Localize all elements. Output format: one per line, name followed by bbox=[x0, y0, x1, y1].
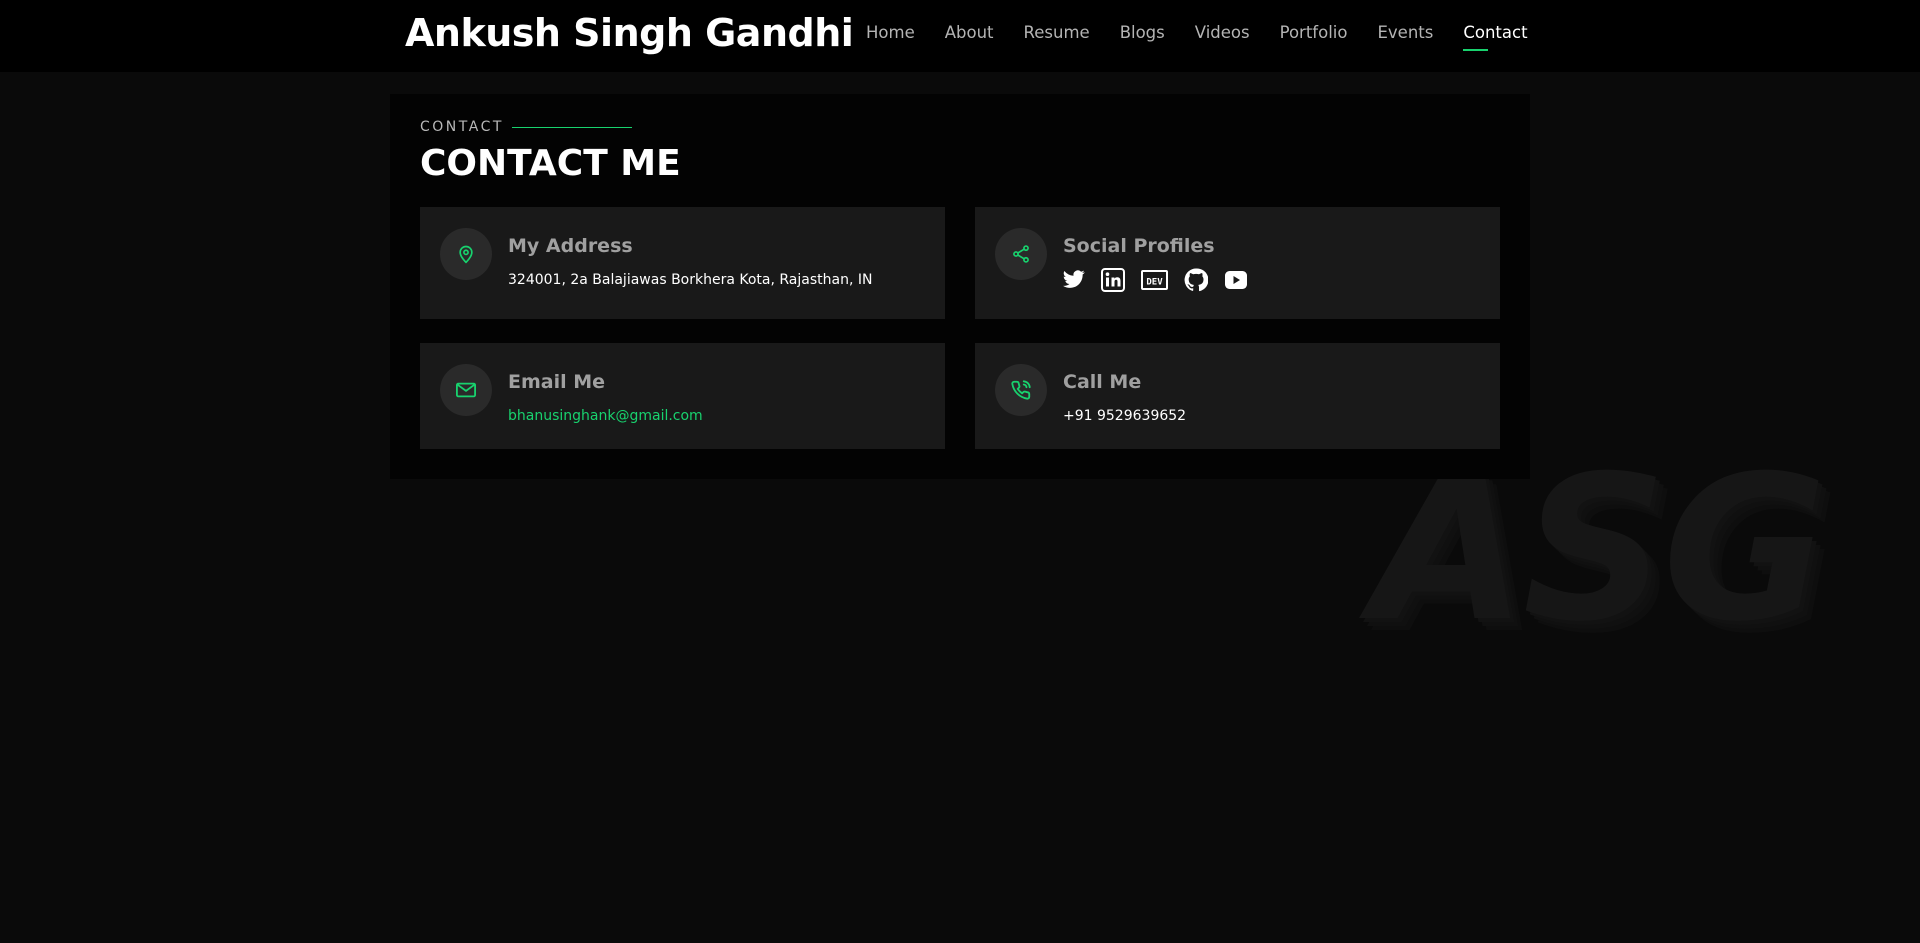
phone-number[interactable]: +91 9529639652 bbox=[1063, 408, 1186, 424]
nav-contact[interactable]: Contact bbox=[1463, 22, 1528, 51]
map-pin-icon bbox=[440, 228, 492, 280]
page: Ankush Singh Gandhi Home About Resume Bl… bbox=[0, 0, 1920, 943]
section-eyebrow: CONTACT bbox=[420, 119, 504, 135]
call-title: Call Me bbox=[1063, 371, 1142, 393]
address-text: 324001, 2a Balajiawas Borkhera Kota, Raj… bbox=[508, 272, 873, 288]
email-link[interactable]: bhanusinghank@gmail.com bbox=[508, 408, 703, 424]
email-card: Email Me bhanusinghank@gmail.com bbox=[420, 343, 945, 449]
nav-videos[interactable]: Videos bbox=[1195, 22, 1250, 44]
address-card: My Address 324001, 2a Balajiawas Borkher… bbox=[420, 207, 945, 319]
share-icon bbox=[995, 228, 1047, 280]
nav-home[interactable]: Home bbox=[866, 22, 915, 44]
linkedin-icon[interactable] bbox=[1101, 268, 1125, 292]
envelope-icon bbox=[440, 364, 492, 416]
social-title: Social Profiles bbox=[1063, 235, 1215, 257]
github-icon[interactable] bbox=[1184, 268, 1208, 292]
nav-blogs[interactable]: Blogs bbox=[1120, 22, 1165, 44]
nav-events[interactable]: Events bbox=[1377, 22, 1433, 44]
email-title: Email Me bbox=[508, 371, 606, 393]
svg-text:DEV: DEV bbox=[1146, 278, 1163, 288]
twitter-icon[interactable] bbox=[1063, 270, 1085, 290]
phone-icon bbox=[995, 364, 1047, 416]
nav-about[interactable]: About bbox=[945, 22, 994, 44]
main-nav: Home About Resume Blogs Videos Portfolio… bbox=[866, 22, 1528, 51]
section-title: CONTACT ME bbox=[420, 143, 681, 184]
eyebrow-divider bbox=[512, 127, 632, 128]
address-title: My Address bbox=[508, 235, 633, 257]
nav-portfolio[interactable]: Portfolio bbox=[1280, 22, 1348, 44]
dev-icon[interactable]: DEV bbox=[1141, 270, 1168, 290]
social-links: DEV bbox=[1063, 268, 1264, 292]
nav-resume[interactable]: Resume bbox=[1024, 22, 1090, 44]
site-logo[interactable]: Ankush Singh Gandhi bbox=[405, 10, 854, 56]
contact-section: CONTACT CONTACT ME My Address 324001, 2a… bbox=[390, 94, 1530, 479]
site-header: Ankush Singh Gandhi Home About Resume Bl… bbox=[0, 0, 1920, 72]
call-card: Call Me +91 9529639652 bbox=[975, 343, 1500, 449]
social-card: Social Profiles DEV bbox=[975, 207, 1500, 319]
youtube-icon[interactable] bbox=[1224, 270, 1248, 290]
